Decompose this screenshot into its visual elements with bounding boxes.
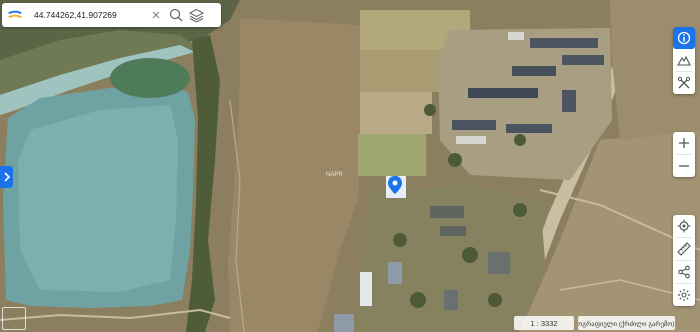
attribution-text[interactable]: გეოგრაფიული (ქრძილი გარემო) ⓘ (578, 316, 675, 330)
ruler-icon (677, 242, 691, 256)
zoom-out-button[interactable] (673, 155, 695, 177)
minimap-toggle[interactable] (2, 307, 26, 330)
search-input[interactable] (28, 5, 146, 25)
sidebar-toggle-button[interactable] (0, 166, 13, 188)
zoom-in-button[interactable] (673, 132, 695, 154)
map-imagery (0, 0, 700, 332)
map-actions-group (673, 215, 695, 306)
map-label: NAPR (326, 172, 343, 178)
share-icon (678, 265, 690, 279)
search-bar (2, 3, 221, 27)
zoom-controls (673, 132, 695, 177)
share-button[interactable] (673, 261, 695, 283)
satellite-map[interactable]: NAPR (0, 0, 700, 332)
minus-icon (679, 165, 689, 167)
measure-button[interactable] (673, 238, 695, 260)
layers-icon[interactable] (186, 3, 206, 27)
map-tools-group (673, 27, 695, 94)
tools-button[interactable] (673, 72, 695, 94)
gear-icon (678, 289, 690, 301)
locate-icon (677, 219, 691, 233)
mountain-icon (677, 55, 691, 66)
napr-logo-icon[interactable] (2, 3, 28, 27)
search-icon[interactable] (166, 3, 186, 27)
terrain-button[interactable] (673, 49, 695, 71)
locate-button[interactable] (673, 215, 695, 237)
tools-icon (677, 76, 691, 89)
chevron-right-icon (3, 172, 10, 182)
close-icon[interactable] (146, 3, 166, 27)
settings-button[interactable] (673, 284, 695, 306)
plus-icon (679, 138, 689, 148)
scale-indicator: 1 : 3332 (514, 316, 574, 330)
info-icon (677, 31, 691, 45)
info-button[interactable] (673, 27, 695, 49)
